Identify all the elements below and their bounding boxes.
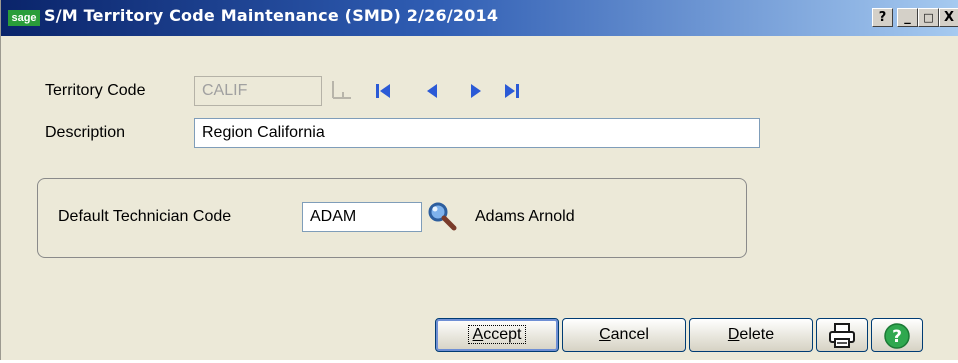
description-label: Description	[45, 124, 126, 141]
lookup-corner-icon[interactable]	[331, 78, 353, 104]
technician-code-field[interactable]: ADAM	[302, 202, 422, 232]
title-bar[interactable]: sage S/M Territory Code Maintenance (SMD…	[1, 0, 958, 36]
technician-name: Adams Arnold	[475, 208, 575, 225]
svg-text:?: ?	[892, 327, 902, 347]
default-technician-code-label: Default Technician Code	[58, 208, 232, 225]
territory-code-label: Territory Code	[45, 82, 146, 99]
previous-record-icon[interactable]	[422, 81, 442, 101]
maximize-button[interactable]: □	[918, 8, 939, 27]
help-button[interactable]: ?	[871, 318, 923, 352]
cancel-mnemonic: C	[599, 326, 611, 343]
next-record-icon[interactable]	[466, 81, 486, 101]
window-title: S/M Territory Code Maintenance (SMD) 2/2…	[44, 6, 499, 25]
delete-mnemonic: D	[727, 326, 740, 343]
description-field[interactable]: Region California	[194, 118, 760, 148]
printer-icon	[829, 323, 855, 348]
last-record-icon[interactable]	[501, 81, 521, 101]
territory-code-maintenance-window: sage S/M Territory Code Maintenance (SMD…	[0, 0, 958, 360]
minimize-button[interactable]: _	[897, 8, 918, 27]
print-button[interactable]	[816, 318, 868, 352]
accept-button[interactable]: Accept	[435, 318, 559, 352]
first-record-icon[interactable]	[374, 81, 394, 101]
delete-button[interactable]: Delete	[689, 318, 813, 352]
accept-mnemonic: A	[472, 326, 484, 343]
sage-logo: sage	[8, 10, 40, 26]
help-icon: ?	[884, 323, 910, 349]
close-button[interactable]: X	[939, 8, 958, 27]
magnifier-icon[interactable]	[426, 200, 460, 234]
cancel-label: ancel	[610, 326, 649, 343]
delete-label: elete	[739, 326, 775, 343]
accept-focus-ring: Accept	[467, 325, 527, 344]
territory-code-field[interactable]: CALIF	[194, 76, 322, 106]
cancel-button[interactable]: Cancel	[562, 318, 686, 352]
help-title-button[interactable]: ?	[872, 8, 893, 27]
accept-label: ccept	[483, 326, 522, 343]
